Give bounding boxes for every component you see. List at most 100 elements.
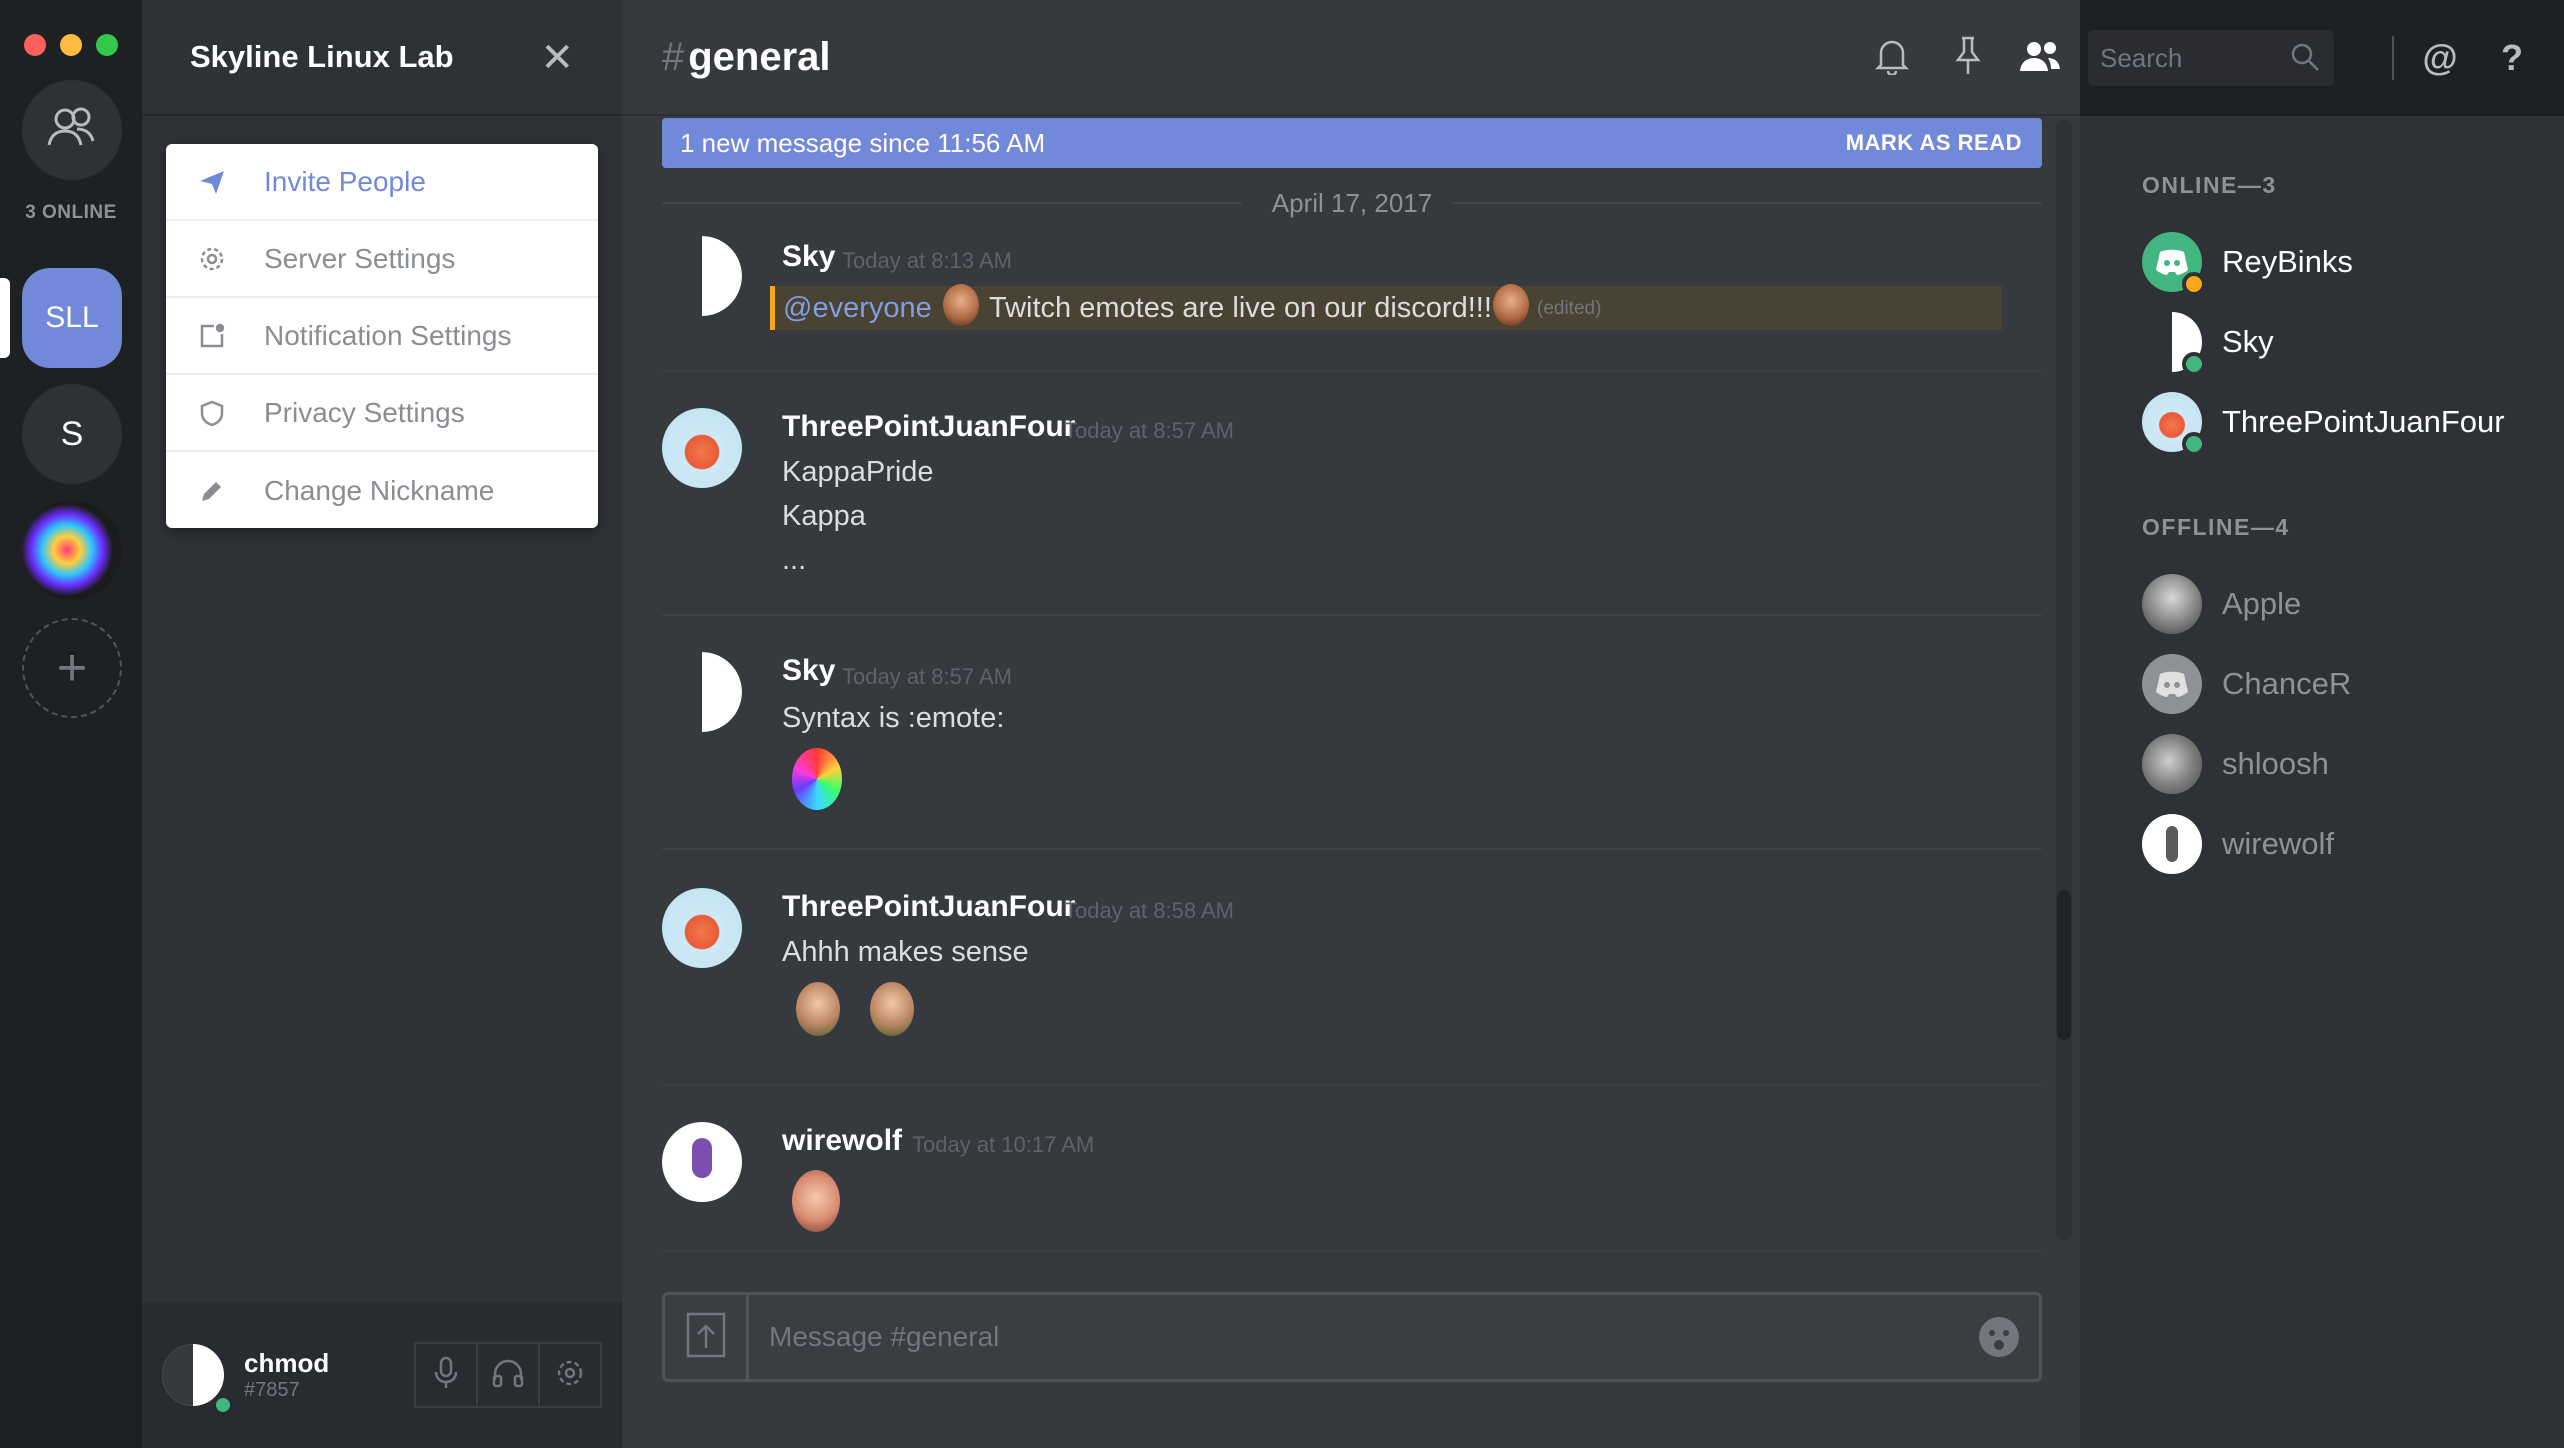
server-header[interactable]: Skyline Linux Lab ✕	[142, 0, 622, 116]
emote-image	[796, 982, 840, 1036]
everyone-mention[interactable]: @everyone	[783, 292, 932, 325]
emoji-picker-icon[interactable]	[1977, 1315, 2021, 1364]
message-author[interactable]: Sky	[782, 240, 835, 274]
mute-button[interactable]	[414, 1342, 478, 1408]
help-icon: ?	[2501, 37, 2523, 78]
member-name: wirewolf	[2222, 826, 2334, 861]
members-icon	[2018, 39, 2062, 78]
discord-app: 3 ONLINE SLL S + Skyline Linux Lab ✕ Inv…	[0, 0, 2564, 1448]
menu-item-label: Notification Settings	[264, 319, 512, 351]
mentions-button[interactable]: @	[2418, 36, 2462, 80]
offline-members-header: OFFLINE—4	[2142, 514, 2290, 540]
message-avatar[interactable]	[662, 408, 742, 488]
message-avatar[interactable]	[662, 1122, 742, 1202]
server-art[interactable]	[22, 500, 122, 600]
menu-item-label: Change Nickname	[264, 474, 495, 506]
channel-topbar: # general Search @ ?	[622, 0, 2523, 116]
member-avatar	[2142, 814, 2202, 874]
notification-bell-button[interactable]	[1870, 36, 1914, 80]
menu-item-change-nickname[interactable]: Change Nickname	[166, 452, 598, 528]
server-label: SLL	[45, 301, 99, 334]
emote-image	[870, 982, 914, 1036]
user-panel: chmod #7857	[142, 1302, 622, 1448]
channel-title: general	[688, 34, 831, 79]
message-separator	[662, 1084, 2042, 1086]
member-name: Apple	[2222, 586, 2302, 621]
member-avatar	[2142, 312, 2206, 376]
server-s[interactable]: S	[22, 384, 122, 484]
member-item[interactable]: wirewolf	[2142, 812, 2334, 876]
member-item[interactable]: Apple	[2142, 572, 2301, 636]
message-text: ...	[782, 544, 807, 576]
member-list-button[interactable]	[2018, 36, 2062, 80]
message-timestamp: Today at 10:17 AM	[912, 1132, 1095, 1157]
active-server-indicator	[0, 278, 10, 358]
message-author[interactable]: ThreePointJuanFour	[782, 890, 1075, 924]
member-avatar	[2142, 574, 2202, 634]
message-avatar[interactable]	[662, 236, 742, 316]
edited-label: (edited)	[1537, 298, 1602, 319]
plus-icon: +	[56, 639, 88, 697]
message-input[interactable]: Message #general	[769, 1321, 999, 1353]
emote-image	[1493, 284, 1529, 326]
message-avatar[interactable]	[662, 652, 742, 732]
message-author[interactable]: Sky	[782, 654, 835, 688]
message-author[interactable]: ThreePointJuanFour	[782, 410, 1075, 444]
online-members-header: ONLINE—3	[2142, 172, 2277, 198]
member-name: ReyBinks	[2222, 244, 2353, 279]
zoom-window-button[interactable]	[96, 34, 118, 56]
discord-logo-icon	[2154, 670, 2190, 703]
deafen-button[interactable]	[476, 1342, 540, 1408]
status-online-badge	[2182, 432, 2206, 456]
message-timestamp: Today at 8:57 AM	[1064, 418, 1234, 443]
close-icon[interactable]: ✕	[540, 36, 574, 80]
message-avatar[interactable]	[662, 888, 742, 968]
emote-image	[792, 1170, 840, 1232]
online-count: 3 ONLINE	[25, 202, 117, 223]
message-separator	[662, 370, 2042, 372]
help-button[interactable]: ?	[2490, 36, 2534, 80]
user-settings-button[interactable]	[538, 1342, 602, 1408]
message-author[interactable]: wirewolf	[782, 1124, 902, 1158]
new-messages-banner[interactable]: 1 new message since 11:56 AM MARK AS REA…	[662, 118, 2042, 168]
message-text: KappaPride	[782, 456, 934, 488]
scrollbar-thumb[interactable]	[2057, 890, 2071, 1040]
friends-home-button[interactable]	[22, 80, 122, 180]
close-window-button[interactable]	[24, 34, 46, 56]
new-messages-text: 1 new message since 11:56 AM	[680, 127, 1046, 158]
menu-item-server-settings[interactable]: Server Settings	[166, 221, 598, 298]
server-name: Skyline Linux Lab	[190, 39, 454, 74]
menu-item-notification-settings[interactable]: Notification Settings	[166, 298, 598, 375]
message-timestamp: Today at 8:13 AM	[842, 248, 1012, 273]
member-item[interactable]: ChanceR	[2142, 652, 2351, 716]
date-divider-label: April 17, 2017	[1271, 188, 1433, 218]
pin-icon	[1954, 36, 1982, 81]
menu-item-invite-people[interactable]: Invite People	[166, 144, 598, 221]
add-server-button[interactable]: +	[22, 618, 122, 718]
pinned-messages-button[interactable]	[1946, 36, 1990, 80]
member-item[interactable]: shloosh	[2142, 732, 2329, 796]
menu-item-privacy-settings[interactable]: Privacy Settings	[166, 375, 598, 452]
gear-icon	[196, 243, 228, 275]
headphones-icon	[492, 1358, 524, 1393]
member-item[interactable]: ThreePointJuanFour	[2142, 390, 2505, 456]
microphone-icon	[433, 1356, 459, 1395]
member-item[interactable]: ReyBinks	[2142, 230, 2353, 296]
notification-icon	[196, 320, 228, 352]
message-text: Kappa	[782, 500, 866, 532]
server-sll[interactable]: SLL	[22, 268, 122, 368]
minimize-window-button[interactable]	[60, 34, 82, 56]
member-item[interactable]: Sky	[2142, 310, 2274, 376]
member-avatar	[2142, 232, 2206, 296]
mark-as-read-button[interactable]: MARK AS READ	[1846, 130, 2022, 156]
search-input[interactable]: Search	[2088, 30, 2334, 86]
at-sign-icon: @	[2422, 37, 2458, 78]
date-divider: April 17, 2017	[662, 188, 2042, 218]
emote-image	[943, 284, 979, 326]
message-composer[interactable]: Message #general	[662, 1292, 2042, 1382]
topbar-divider	[2392, 36, 2394, 80]
upload-button[interactable]	[665, 1295, 749, 1379]
messages-scrollbar[interactable]	[2056, 120, 2072, 1240]
user-controls	[414, 1342, 602, 1408]
member-avatar	[2142, 392, 2206, 456]
